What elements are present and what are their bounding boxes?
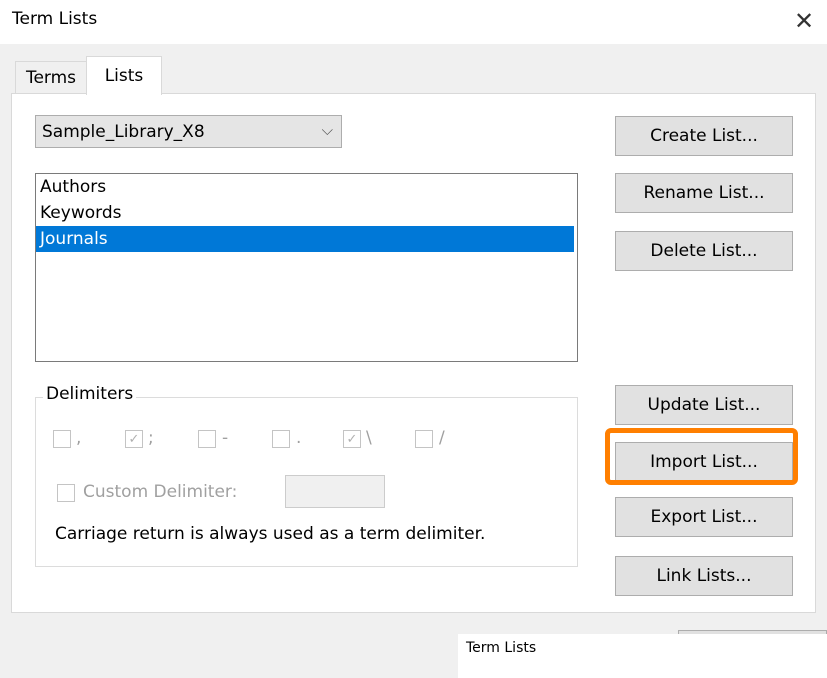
window-title: Term Lists (12, 9, 98, 29)
checkmark-icon: ✓ (128, 431, 140, 447)
tab-lists[interactable]: Lists (86, 56, 162, 95)
checkmark-icon: ✓ (346, 431, 358, 447)
delimiter-semicolon-label: ; (148, 428, 154, 448)
delimiter-slash-checkbox[interactable] (415, 430, 433, 448)
list-item[interactable]: Authors (36, 174, 577, 200)
delimiter-period-checkbox[interactable] (272, 430, 290, 448)
custom-delimiter-label: Custom Delimiter: (83, 482, 238, 502)
delimiter-comma-checkbox[interactable] (53, 430, 71, 448)
delimiter-period-label: . (296, 428, 302, 448)
export-list-button[interactable]: Export List... (615, 497, 793, 537)
list-item[interactable]: Keywords (36, 200, 577, 226)
tooltip: Term Lists (458, 634, 827, 678)
delimiter-backslash-label: \ (366, 428, 372, 448)
create-list-button[interactable]: Create List... (615, 116, 793, 156)
close-icon: ✕ (793, 7, 815, 35)
delimiter-backslash-checkbox[interactable]: ✓ (343, 430, 361, 448)
delimiters-group-label: Delimiters (43, 384, 137, 404)
tab-terms[interactable]: Terms (15, 61, 87, 93)
delimiter-comma-label: , (76, 428, 82, 448)
delimiter-semicolon-checkbox[interactable]: ✓ (125, 430, 143, 448)
custom-delimiter-input[interactable] (285, 475, 385, 508)
title-bar: Term Lists ✕ (0, 0, 827, 44)
carriage-return-note: Carriage return is always used as a term… (55, 524, 486, 544)
delimiter-slash-label: / (439, 428, 445, 448)
delimiter-hyphen-label: - (222, 428, 229, 448)
chevron-down-icon: ⌵ (321, 121, 333, 139)
library-select-value: Sample_Library_X8 (42, 121, 205, 142)
list-item-selected[interactable]: Journals (36, 226, 574, 252)
term-list-box[interactable]: Authors Keywords Journals (35, 173, 578, 362)
library-select[interactable]: Sample_Library_X8 ⌵ (35, 115, 342, 148)
update-list-button[interactable]: Update List... (615, 385, 793, 425)
link-lists-button[interactable]: Link Lists... (615, 556, 793, 596)
rename-list-button[interactable]: Rename List... (615, 173, 793, 213)
close-button[interactable]: ✕ (787, 4, 821, 38)
import-list-highlight (605, 428, 798, 485)
custom-delimiter-checkbox[interactable] (57, 484, 75, 502)
delimiter-hyphen-checkbox[interactable] (198, 430, 216, 448)
delete-list-button[interactable]: Delete List... (615, 231, 793, 271)
